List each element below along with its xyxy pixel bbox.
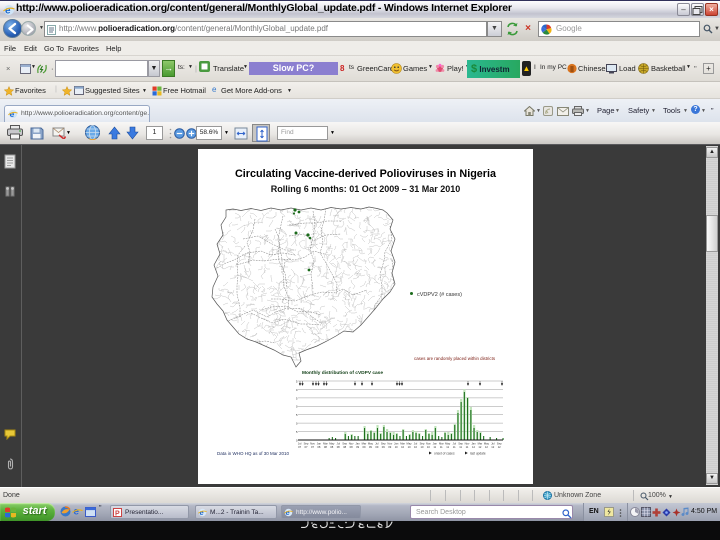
svg-text:09: 09 bbox=[356, 445, 359, 449]
svg-text:12: 12 bbox=[498, 445, 501, 449]
svg-text:e: e bbox=[5, 6, 11, 17]
svg-text:09: 09 bbox=[363, 445, 366, 449]
svg-text:25: 25 bbox=[296, 396, 298, 400]
svg-text:10: 10 bbox=[296, 422, 298, 426]
svg-text:08: 08 bbox=[324, 445, 327, 449]
svg-text:onset of cases: onset of cases bbox=[434, 452, 455, 456]
svg-text:30: 30 bbox=[296, 388, 298, 392]
svg-text:35: 35 bbox=[296, 379, 298, 383]
svg-text:11: 11 bbox=[440, 445, 443, 449]
svg-text:10: 10 bbox=[427, 445, 430, 449]
svg-text:08: 08 bbox=[343, 445, 346, 449]
svg-text:07: 07 bbox=[311, 445, 314, 449]
svg-text:15: 15 bbox=[296, 413, 298, 417]
svg-text:08: 08 bbox=[330, 445, 333, 449]
svg-text:09: 09 bbox=[369, 445, 372, 449]
svg-text:e: e bbox=[73, 507, 79, 517]
svg-text:10: 10 bbox=[414, 445, 417, 449]
svg-text:08: 08 bbox=[337, 445, 340, 449]
svg-text:12: 12 bbox=[472, 445, 475, 449]
svg-text:12: 12 bbox=[485, 445, 488, 449]
svg-text:11: 11 bbox=[466, 445, 469, 449]
svg-text:10: 10 bbox=[395, 445, 398, 449]
svg-text:10: 10 bbox=[408, 445, 411, 449]
svg-text:20: 20 bbox=[296, 405, 298, 409]
svg-text:08: 08 bbox=[317, 445, 320, 449]
svg-text:12: 12 bbox=[478, 445, 481, 449]
svg-text:P: P bbox=[115, 511, 120, 518]
svg-text:11: 11 bbox=[433, 445, 436, 449]
svg-text:5: 5 bbox=[296, 430, 298, 434]
svg-text:09: 09 bbox=[382, 445, 385, 449]
svg-text:11: 11 bbox=[446, 445, 449, 449]
svg-text:09: 09 bbox=[375, 445, 378, 449]
svg-text:12: 12 bbox=[491, 445, 494, 449]
svg-text:10: 10 bbox=[401, 445, 404, 449]
svg-text:07: 07 bbox=[305, 445, 308, 449]
svg-text:11: 11 bbox=[453, 445, 456, 449]
svg-text:09: 09 bbox=[388, 445, 391, 449]
svg-text:07: 07 bbox=[298, 445, 301, 449]
svg-text:10: 10 bbox=[421, 445, 424, 449]
svg-text:last update: last update bbox=[470, 452, 486, 456]
svg-text:08: 08 bbox=[350, 445, 353, 449]
